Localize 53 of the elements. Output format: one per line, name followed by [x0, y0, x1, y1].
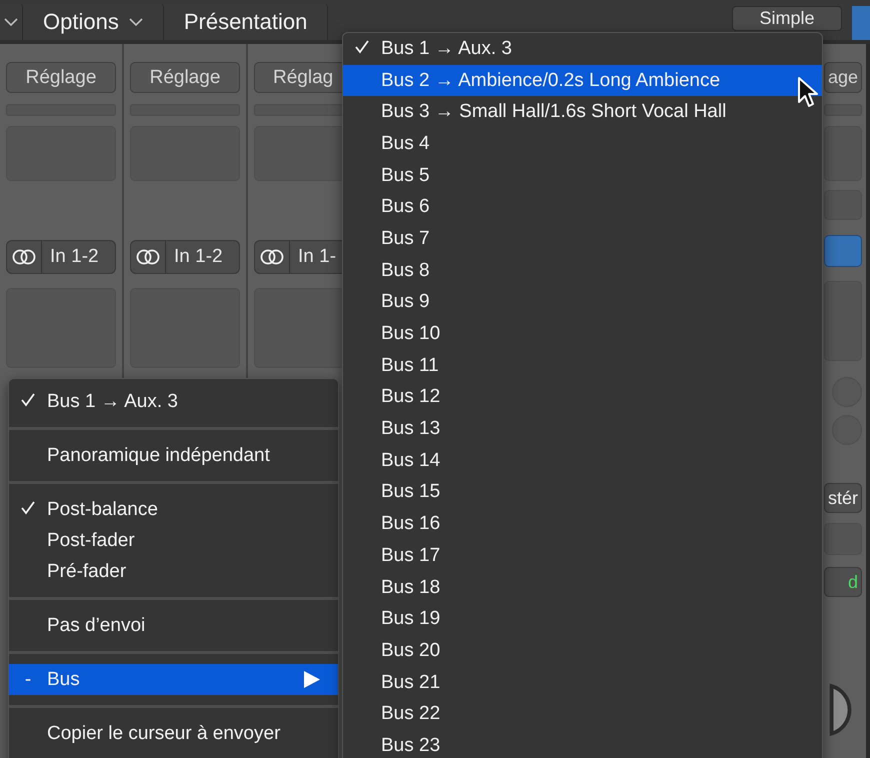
chevron-icon	[128, 18, 143, 26]
menu-item[interactable]: Bus 17	[343, 540, 822, 572]
menu-item[interactable]: Bus 4	[343, 128, 822, 160]
menu-item[interactable]: - Bus	[9, 664, 338, 695]
menu-item[interactable]: Bus 9	[343, 286, 822, 318]
menu-item[interactable]: Bus 15	[343, 476, 822, 508]
menu-item[interactable]: Bus 1 → Aux. 3	[9, 386, 338, 417]
input-button[interactable]: In 1-2	[6, 240, 116, 274]
mode-button[interactable]: stér	[824, 483, 862, 513]
menu-item[interactable]: Bus 23	[343, 730, 822, 758]
field-slot[interactable]	[824, 523, 862, 555]
view-toggle[interactable]	[852, 6, 870, 40]
checkmark-icon	[355, 40, 369, 54]
insert-slot[interactable]	[824, 126, 862, 181]
menu-item[interactable]: Pré-fader	[9, 556, 338, 587]
menu-item[interactable]: Panoramique indépendant	[9, 440, 338, 471]
menu-item[interactable]: Bus 11	[343, 350, 822, 382]
menu-item[interactable]: Bus 19	[343, 603, 822, 636]
menu-item[interactable]: Bus 21	[343, 666, 822, 698]
menu-item[interactable]: Bus 22	[343, 698, 822, 730]
menu-item[interactable]: Bus 1 → Aux. 3	[343, 33, 822, 65]
setting-button[interactable]: age	[824, 62, 862, 93]
stereo-link-icon	[260, 249, 284, 265]
submenu-arrow-icon	[304, 671, 320, 688]
menu-item[interactable]: Bus 5	[343, 160, 822, 192]
chevron-icon	[4, 18, 18, 26]
menu-item[interactable]: Bus 14	[343, 444, 822, 477]
send-slot[interactable]	[824, 281, 862, 361]
stereo-link-icon	[136, 249, 160, 265]
view-button[interactable]: Simple	[732, 6, 842, 31]
stereo-link-icon	[12, 249, 36, 265]
menu-item[interactable]: Bus 2 → Ambience/0.2s Long Ambience	[343, 64, 822, 96]
output-button[interactable]	[824, 235, 862, 267]
menu-item[interactable]: Bus 18	[343, 572, 822, 604]
menu-item[interactable]: Bus 13	[343, 413, 822, 445]
menu-item[interactable]: Bus 20	[343, 635, 822, 667]
input-button[interactable]: In 1-2	[130, 240, 240, 274]
menu-item[interactable]: Bus 10	[343, 318, 822, 350]
checkmark-icon	[21, 500, 35, 514]
group-button[interactable]: d	[824, 567, 862, 597]
menu-item[interactable]: Bus 6	[343, 191, 822, 224]
menu-item[interactable]: Bus 16	[343, 508, 822, 540]
menu-item[interactable]: Bus 12	[343, 382, 822, 414]
menu-item[interactable]: Bus 3 → Small Hall/1.6s Short Vocal Hall	[343, 96, 822, 128]
setting-button[interactable]: Réglage	[6, 62, 116, 93]
checkmark-icon	[21, 392, 35, 406]
menu-item[interactable]: Pas d’envoi	[9, 610, 338, 641]
cursor-icon	[797, 76, 819, 108]
menu-item[interactable]: Copier le curseur à envoyer	[9, 718, 338, 749]
menu-item[interactable]: Post-balance	[9, 494, 338, 525]
setting-button[interactable]: Réglage	[130, 62, 240, 93]
menu-item[interactable]: Post-fader	[9, 525, 338, 556]
insert-slot[interactable]	[824, 190, 862, 220]
